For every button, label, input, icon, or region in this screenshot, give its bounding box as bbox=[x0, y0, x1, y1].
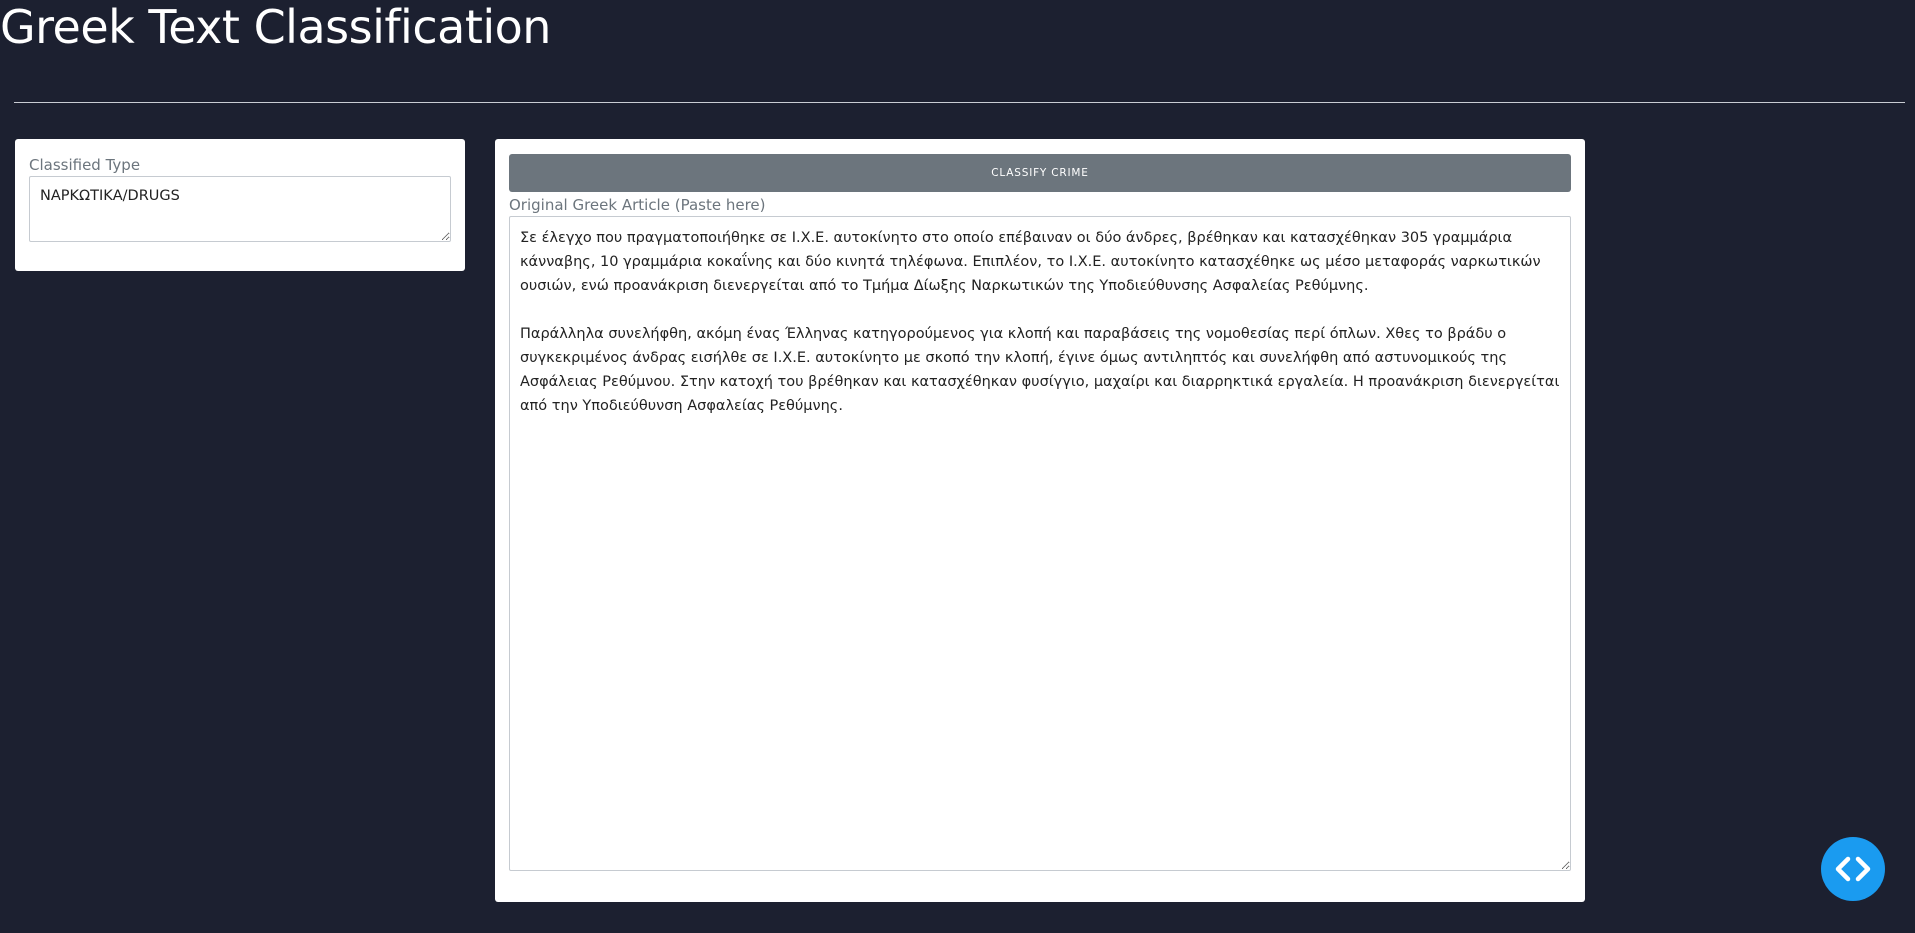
code-icon bbox=[1835, 856, 1871, 882]
article-label: Original Greek Article (Paste here) bbox=[509, 196, 766, 214]
classified-type-label: Classified Type bbox=[29, 156, 141, 174]
page-title: Greek Text Classification bbox=[0, 0, 551, 54]
article-card: CLASSIFY CRIME Original Greek Article (P… bbox=[495, 139, 1585, 902]
code-toggle-button[interactable] bbox=[1821, 837, 1885, 901]
classify-crime-button[interactable]: CLASSIFY CRIME bbox=[509, 154, 1571, 192]
classified-type-output[interactable]: ΝΑΡΚΩΤΙΚΑ/DRUGS bbox=[29, 176, 451, 242]
page: Greek Text Classification Classified Typ… bbox=[0, 0, 1915, 933]
result-card: Classified Type ΝΑΡΚΩΤΙΚΑ/DRUGS bbox=[15, 139, 465, 271]
header-divider bbox=[14, 102, 1905, 103]
article-input[interactable]: Σε έλεγχο που πραγματοποιήθηκε σε Ι.Χ.Ε.… bbox=[509, 216, 1571, 871]
